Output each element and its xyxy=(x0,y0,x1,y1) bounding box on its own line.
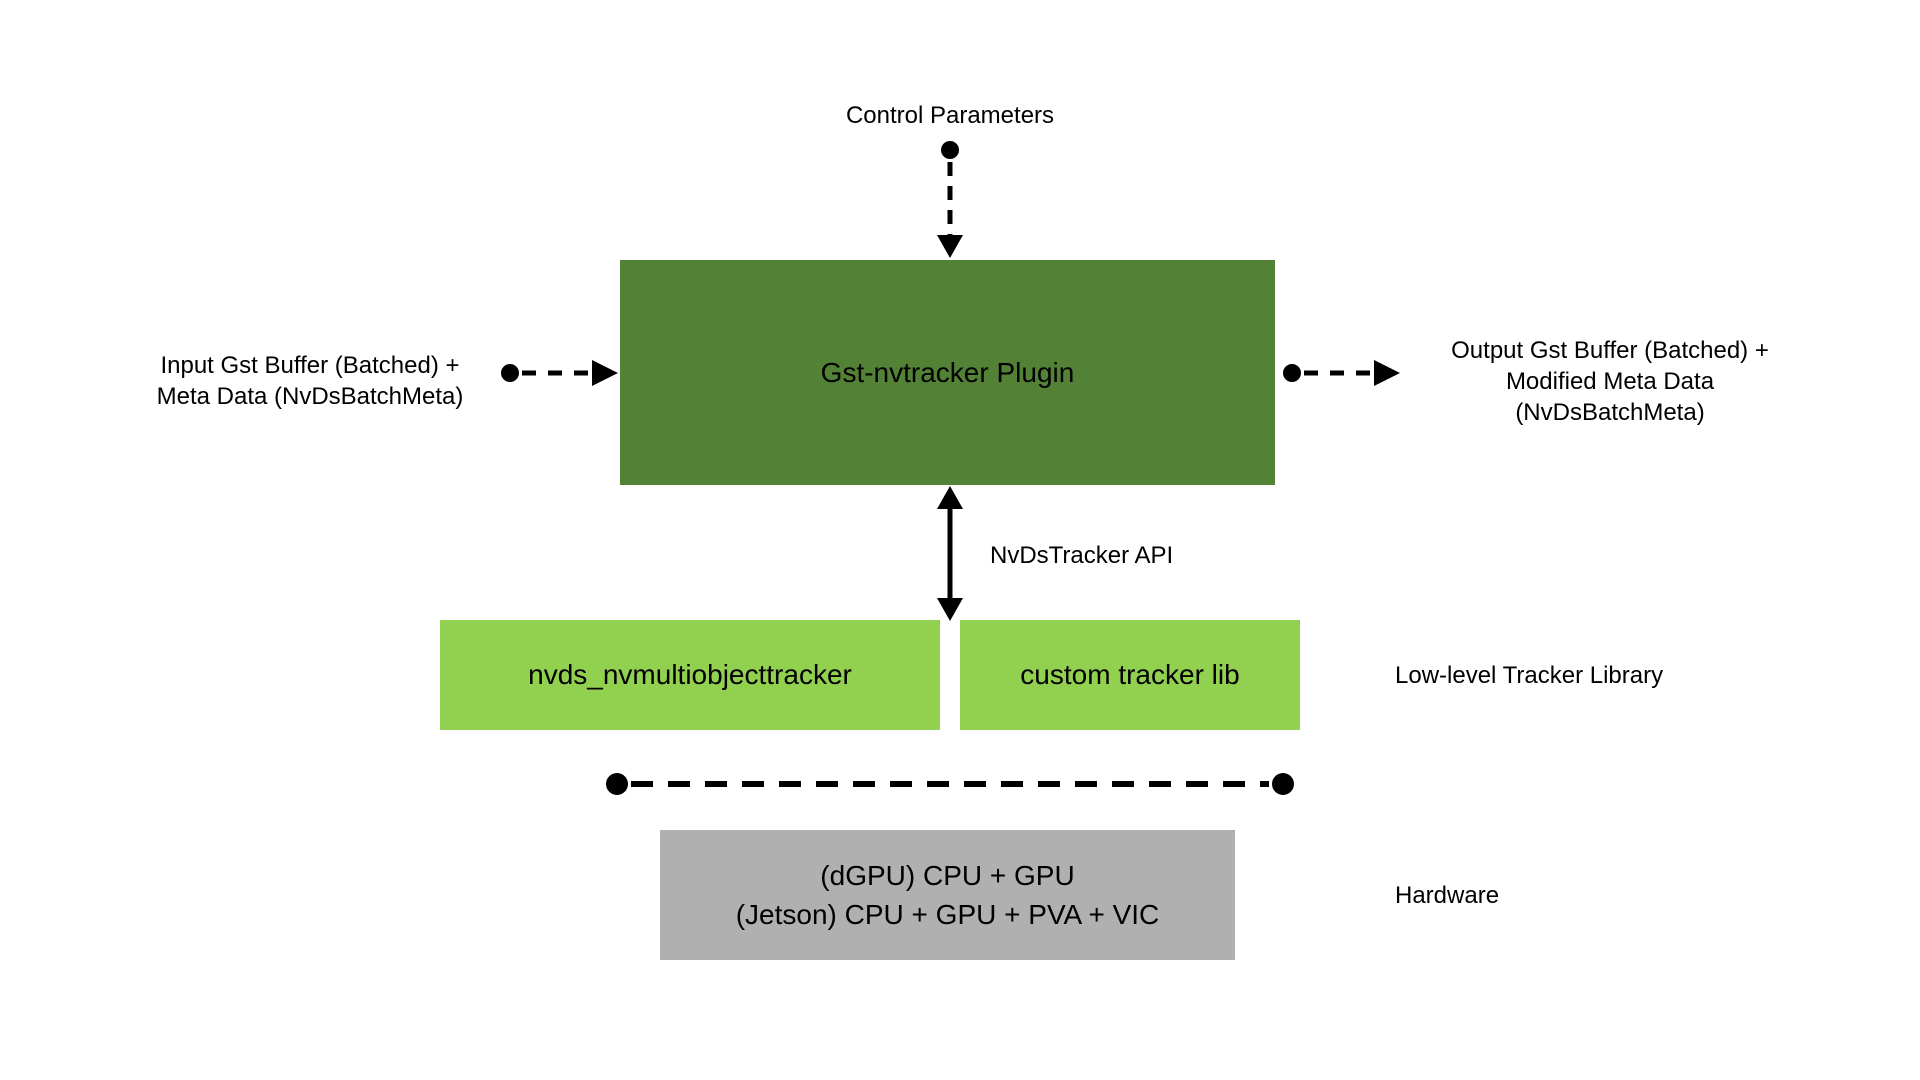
hardware-line2: (Jetson) CPU + GPU + PVA + VIC xyxy=(736,895,1160,934)
output-label-line3: (NvDsBatchMeta) xyxy=(1515,399,1704,426)
hardware-box: (dGPU) CPU + GPU (Jetson) CPU + GPU + PV… xyxy=(660,830,1235,960)
hardware-label: Hardware xyxy=(1395,880,1595,911)
lib-layer-label: Low-level Tracker Library xyxy=(1395,660,1735,691)
input-label-line1: Input Gst Buffer (Batched) + xyxy=(160,352,459,379)
divider-line xyxy=(605,774,1295,794)
input-label: Input Gst Buffer (Batched) + Meta Data (… xyxy=(125,350,495,412)
output-label-line2: Modified Meta Data xyxy=(1506,368,1714,395)
lib-box-custom: custom tracker lib xyxy=(960,620,1300,730)
top-arrow xyxy=(940,140,960,260)
input-arrow xyxy=(500,363,620,383)
api-arrow xyxy=(937,486,963,621)
control-parameters-label: Control Parameters xyxy=(820,100,1080,131)
hardware-line1: (dGPU) CPU + GPU xyxy=(820,856,1074,895)
api-label: NvDsTracker API xyxy=(990,540,1210,571)
output-arrow xyxy=(1282,363,1402,383)
architecture-diagram: Control Parameters Input Gst Buffer (Bat… xyxy=(0,0,1920,1080)
input-label-line2: Meta Data (NvDsBatchMeta) xyxy=(157,383,464,410)
output-label: Output Gst Buffer (Batched) + Modified M… xyxy=(1410,335,1810,429)
plugin-box: Gst-nvtracker Plugin xyxy=(620,260,1275,485)
output-label-line1: Output Gst Buffer (Batched) + xyxy=(1451,337,1769,364)
lib-box-nvds: nvds_nvmultiobjecttracker xyxy=(440,620,940,730)
